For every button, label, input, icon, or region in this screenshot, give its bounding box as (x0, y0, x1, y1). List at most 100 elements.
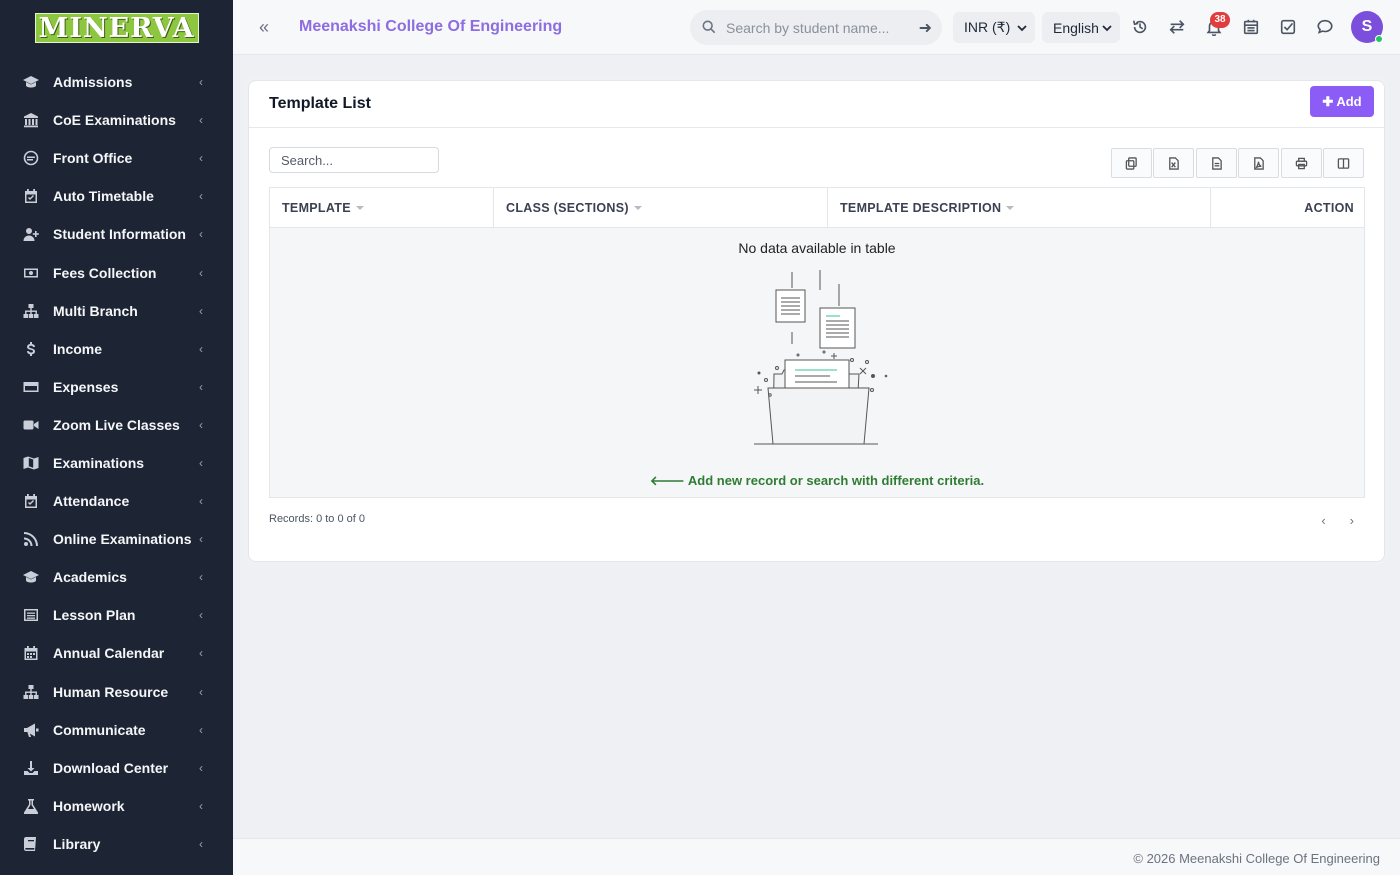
sidebar-item-human-resource[interactable]: Human Resource ‹ (0, 673, 233, 711)
calendar-icon[interactable] (1242, 18, 1262, 38)
arrow-left-icon: 🡐 (649, 473, 685, 488)
sidebar-item-annual-calendar[interactable]: Annual Calendar ‹ (0, 634, 233, 672)
student-search: ➜ (690, 10, 942, 45)
sidebar-item-income[interactable]: Income ‹ (0, 330, 233, 368)
sidebar-item-download-center[interactable]: Download Center ‹ (0, 749, 233, 787)
columns-button[interactable] (1323, 148, 1364, 178)
copyright-text: © 2026 Meenakshi College Of Engineering (1133, 851, 1380, 866)
sidebar-item-admissions[interactable]: Admissions ‹ (0, 63, 233, 101)
money-icon (22, 264, 40, 282)
excel-button[interactable] (1153, 148, 1194, 178)
graduation-cap-icon (22, 568, 40, 586)
credit-card-icon (22, 378, 40, 396)
history-icon[interactable] (1131, 18, 1151, 38)
next-page-icon[interactable]: › (1350, 513, 1354, 528)
task-check-icon[interactable] (1279, 18, 1299, 38)
chevron-left-icon: ‹ (199, 836, 203, 851)
sidebar-item-expenses[interactable]: Expenses ‹ (0, 368, 233, 406)
sidebar-item-library[interactable]: Library ‹ (0, 825, 233, 863)
column-header-action: ACTION (1211, 188, 1364, 228)
chevron-left-icon: ‹ (199, 189, 203, 204)
collapse-sidebar-icon[interactable]: « (259, 17, 279, 37)
chevron-left-icon: ‹ (199, 646, 203, 661)
arrow-right-icon[interactable]: ➜ (919, 18, 932, 38)
table-body: No data available in table 🡐 Add new rec… (270, 228, 1364, 497)
online-status-dot (1375, 35, 1383, 43)
logo[interactable]: MINERVA (34, 13, 199, 44)
csv-button[interactable] (1195, 148, 1237, 178)
chevron-down-icon (1017, 24, 1027, 31)
currency-select[interactable]: INR (₹) (953, 12, 1035, 43)
sidebar-item-label: CoE Examinations (53, 112, 176, 129)
user-avatar[interactable]: S (1351, 11, 1383, 43)
plus-icon: ✚ (1322, 93, 1334, 109)
sidebar-item-zoom-live-classes[interactable]: Zoom Live Classes ‹ (0, 406, 233, 444)
add-button[interactable]: ✚ Add (1310, 86, 1374, 117)
language-select[interactable]: English (1042, 12, 1120, 43)
previous-page-icon[interactable]: ‹ (1321, 513, 1325, 528)
add-button-label: Add (1336, 94, 1362, 109)
sidebar-item-lesson-plan[interactable]: Lesson Plan ‹ (0, 596, 233, 634)
pdf-file-icon (1254, 156, 1264, 170)
pdf-button[interactable] (1238, 148, 1279, 178)
sort-icon (355, 206, 364, 210)
currency-value: INR (₹) (964, 19, 1011, 35)
chat-icon[interactable] (1316, 18, 1336, 38)
chevron-left-icon: ‹ (199, 113, 203, 128)
print-icon (1295, 157, 1307, 169)
sidebar-item-homework[interactable]: Homework ‹ (0, 787, 233, 825)
chevron-left-icon: ‹ (199, 532, 203, 547)
chevron-left-icon: ‹ (199, 341, 203, 356)
sidebar-item-communicate[interactable]: Communicate ‹ (0, 711, 233, 749)
sidebar-item-label: Human Resource (53, 683, 169, 700)
top-header: « Meenakshi College Of Engineering ➜ INR… (233, 0, 1400, 55)
table-header: TEMPLATE CLASS (SECTIONS) TEMPLATE DESCR… (270, 188, 1364, 228)
chevron-left-icon: ‹ (199, 227, 203, 242)
sidebar: MINERVA Admissions ‹ CoE Examinations ‹ Fron… (0, 0, 233, 875)
sidebar-item-attendance[interactable]: Attendance ‹ (0, 482, 233, 520)
sidebar-item-student-information[interactable]: Student Information ‹ (0, 215, 233, 253)
text-file-icon (1211, 156, 1222, 170)
sidebar-item-front-office[interactable]: Front Office ‹ (0, 139, 233, 177)
column-header-description[interactable]: TEMPLATE DESCRIPTION (828, 188, 1211, 228)
chevron-left-icon: ‹ (199, 684, 203, 699)
front-office-icon (22, 149, 40, 167)
sidebar-item-label: Online Examinations (53, 531, 192, 548)
sidebar-item-online-examinations[interactable]: Online Examinations ‹ (0, 520, 233, 558)
logo-container: MINERVA (0, 0, 233, 56)
copy-icon (1125, 156, 1137, 170)
calendar-icon (22, 644, 40, 662)
chevron-left-icon: ‹ (199, 265, 203, 280)
bank-icon (22, 111, 40, 129)
sidebar-item-label: Zoom Live Classes (53, 416, 180, 433)
sidebar-item-multi-branch[interactable]: Multi Branch ‹ (0, 292, 233, 330)
template-list-card: Template List ✚ Add TEMPLATE CLASS (SECT… (248, 80, 1385, 562)
chevron-left-icon: ‹ (199, 379, 203, 394)
empty-hint-text: Add new record or search with different … (687, 473, 985, 488)
column-label: ACTION (1304, 201, 1354, 215)
chevron-left-icon: ‹ (199, 494, 203, 509)
sidebar-item-label: Annual Calendar (53, 645, 165, 662)
sidebar-item-label: Download Center (53, 759, 169, 776)
print-button[interactable] (1280, 148, 1322, 178)
copy-button[interactable] (1110, 148, 1152, 178)
chevron-left-icon: ‹ (199, 303, 203, 318)
column-label: CLASS (SECTIONS) (506, 201, 629, 215)
table-search-input[interactable] (269, 147, 439, 173)
sitemap-icon (22, 683, 40, 701)
exchange-icon[interactable] (1168, 18, 1188, 38)
column-header-class[interactable]: CLASS (SECTIONS) (494, 188, 828, 228)
video-icon (22, 416, 40, 434)
column-header-template[interactable]: TEMPLATE (270, 188, 494, 228)
sidebar-item-examinations[interactable]: Examinations ‹ (0, 444, 233, 482)
sidebar-item-label: Lesson Plan (53, 607, 136, 624)
sidebar-item-coe-examinations[interactable]: CoE Examinations ‹ (0, 101, 233, 139)
notification-badge: 38 (1210, 12, 1230, 28)
student-search-input[interactable] (726, 17, 906, 39)
college-title[interactable]: Meenakshi College Of Engineering (299, 18, 562, 36)
sidebar-item-label: Academics (53, 569, 127, 586)
pagination: ‹ › (1321, 513, 1354, 528)
sidebar-item-academics[interactable]: Academics ‹ (0, 558, 233, 596)
sidebar-item-fees-collection[interactable]: Fees Collection ‹ (0, 253, 233, 291)
sidebar-item-auto-timetable[interactable]: Auto Timetable ‹ (0, 177, 233, 215)
